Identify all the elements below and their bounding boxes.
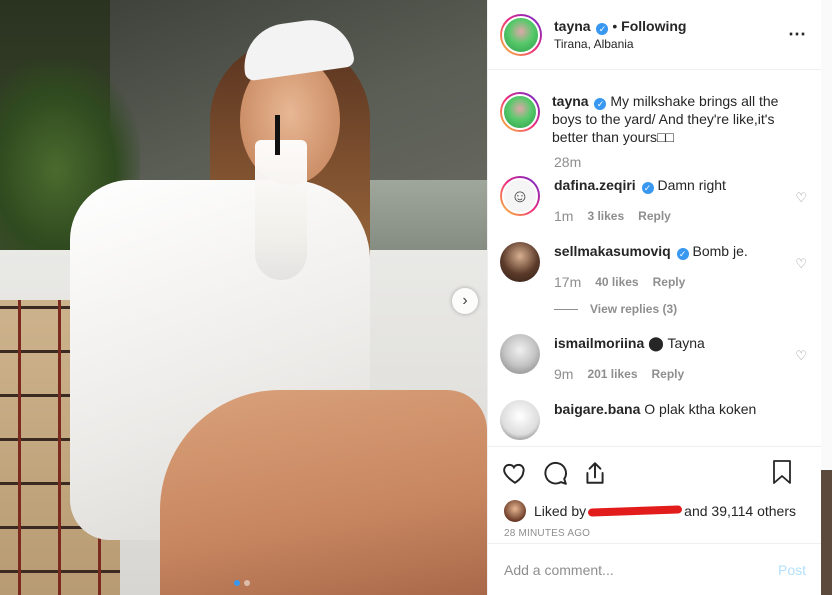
reply-button[interactable]: Reply xyxy=(638,209,671,223)
comment-text: Bomb je. xyxy=(692,243,748,259)
liker-avatar[interactable] xyxy=(504,500,526,522)
replies-divider xyxy=(554,308,578,310)
view-replies-label: View replies (3) xyxy=(590,302,678,316)
comment-text: O plak ktha koken xyxy=(644,401,757,417)
chevron-right-icon: › xyxy=(462,292,468,309)
comment-time: 9m xyxy=(554,366,574,382)
verified-badge-icon: ✓ xyxy=(641,182,654,194)
post-side-panel: tayna ✓ • Following Tirana, Albania ⋯ ta… xyxy=(487,0,822,595)
comment-item: ismailmoriina ⬤ Tayna 9m 201 likes Reply… xyxy=(500,334,809,382)
redacted-username xyxy=(588,505,683,517)
comment-item: baigare.bana O plak ktha koken xyxy=(500,400,809,440)
view-replies-button[interactable]: View replies (3) xyxy=(554,302,809,316)
photo-milkshake-glass xyxy=(255,140,307,280)
next-slide-button[interactable]: › xyxy=(452,288,478,314)
commenter-username[interactable]: ismailmoriina xyxy=(554,335,644,351)
photo-legs xyxy=(160,390,487,595)
reply-button[interactable]: Reply xyxy=(653,275,686,289)
post-photo[interactable]: › xyxy=(0,0,487,595)
comment-time: 17m xyxy=(554,274,582,290)
post-location[interactable]: Tirana, Albania xyxy=(554,37,686,51)
separator-dot: • xyxy=(612,17,618,34)
comment-item: sellmakasumoviq ✓ Bomb je. 17m 40 likes … xyxy=(500,242,809,290)
comment-text: Damn right xyxy=(657,177,726,193)
comment-likes[interactable]: 40 likes xyxy=(595,275,638,289)
comment-icon[interactable] xyxy=(540,458,570,488)
commenter-username[interactable]: baigare.bana xyxy=(554,401,640,417)
comment-item: ☺ dafina.zeqiri ✓ Damn right 1m 3 likes … xyxy=(500,176,809,224)
commenter-username[interactable]: dafina.zeqiri xyxy=(554,177,636,193)
comments-list[interactable]: tayna ✓ My milkshake brings all the boys… xyxy=(488,70,821,446)
carousel-dots xyxy=(234,580,250,586)
like-comment-heart-icon[interactable]: ♡ xyxy=(795,190,807,206)
liked-by-suffix[interactable]: and 39,114 others xyxy=(684,503,796,519)
heart-icon[interactable] xyxy=(500,458,530,488)
post-comment-button[interactable]: Post xyxy=(778,562,806,578)
verified-badge-icon: ✓ xyxy=(676,248,689,260)
post-header: tayna ✓ • Following Tirana, Albania ⋯ xyxy=(488,0,821,70)
comment-text: ⬤ Tayna xyxy=(648,335,705,351)
liked-by-prefix: Liked by xyxy=(534,503,587,519)
commenter-avatar[interactable] xyxy=(500,400,540,440)
author-username[interactable]: tayna xyxy=(554,18,591,34)
more-options-icon[interactable]: ⋯ xyxy=(788,24,807,45)
photo-straw xyxy=(275,115,280,155)
caption-row: tayna ✓ My milkshake brings all the boys… xyxy=(500,92,809,146)
likes-summary: Liked by and 39,114 others xyxy=(488,498,821,524)
commenter-avatar[interactable] xyxy=(500,242,540,282)
comment-likes[interactable]: 3 likes xyxy=(587,209,624,223)
post-actions xyxy=(488,446,821,498)
following-button[interactable]: Following xyxy=(621,18,686,34)
carousel-dot xyxy=(244,580,250,586)
add-comment-bar: Add a comment... Post xyxy=(488,543,822,595)
commenter-avatar[interactable]: ☺ xyxy=(500,176,540,216)
reply-button[interactable]: Reply xyxy=(652,367,685,381)
comment-input[interactable]: Add a comment... xyxy=(504,562,614,578)
comment-time: 1m xyxy=(554,208,574,224)
author-avatar[interactable] xyxy=(500,13,542,56)
like-comment-heart-icon[interactable]: ♡ xyxy=(795,348,807,364)
carousel-dot-active xyxy=(234,580,240,586)
caption-author[interactable]: tayna xyxy=(552,93,589,109)
commenter-avatar[interactable] xyxy=(500,334,540,374)
like-comment-heart-icon[interactable]: ♡ xyxy=(795,256,807,272)
caption-author-avatar[interactable] xyxy=(500,92,540,132)
share-icon[interactable] xyxy=(580,458,610,488)
comment-likes[interactable]: 201 likes xyxy=(587,367,637,381)
verified-badge-icon: ✓ xyxy=(596,22,609,35)
page-background-right xyxy=(821,0,832,595)
next-post-preview[interactable] xyxy=(821,470,832,595)
commenter-username[interactable]: sellmakasumoviq xyxy=(554,243,671,259)
bookmark-icon[interactable] xyxy=(767,457,797,487)
verified-badge-icon: ✓ xyxy=(594,98,607,110)
caption-time: 28m xyxy=(554,154,582,170)
